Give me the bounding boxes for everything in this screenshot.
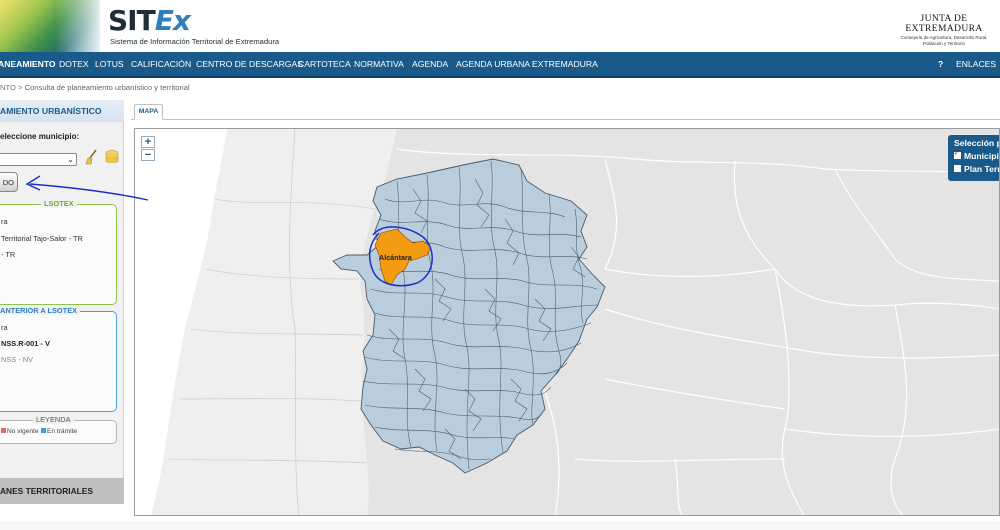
en-tramite-swatch	[41, 428, 46, 433]
breadcrumb-parent[interactable]: NTO	[0, 83, 16, 92]
junta-subtitle-1: Consejería de Agricultura, Desarrollo Ru…	[900, 35, 988, 40]
layer-selector-panel: Selección po Municipi Plan Terr	[948, 135, 1000, 181]
anterior-legend: ANTERIOR A LSOTEX	[0, 306, 81, 315]
app-window: SITEx Sistema de Información Territorial…	[0, 0, 1000, 530]
map-tabbar: MAPA	[131, 100, 1000, 120]
layer-plan-territorial[interactable]: Plan Terr	[954, 164, 1000, 174]
nav-item-normativa[interactable]: NORMATIVA	[354, 59, 404, 69]
tab-mapa[interactable]: MAPA	[134, 104, 163, 120]
chevron-down-icon: ⌄	[67, 155, 74, 164]
legend-en-tramite: En trámite	[41, 428, 77, 435]
municipio-label: eleccione municipio:	[0, 132, 80, 141]
junta-title: JUNTA DE EXTREMADURA	[905, 14, 983, 34]
broom-icon[interactable]	[84, 149, 98, 165]
lsotex-line-1: ra	[1, 217, 8, 226]
annotation-arrow-line	[29, 183, 149, 201]
planes-territoriales-header[interactable]: ANES TERRITORIALES	[0, 478, 124, 504]
sitex-logo[interactable]: SITEx	[108, 4, 191, 37]
layer-selector-title: Selección po	[954, 138, 999, 148]
zoom-in-button[interactable]: +	[141, 136, 155, 148]
lsotex-line-2[interactable]: Territorial Tajo-Salor - TR	[1, 234, 83, 243]
logo-main-text: SIT	[108, 4, 156, 37]
breadcrumb-current: Consulta de planeamiento urbanístico y t…	[24, 83, 190, 92]
plan-territorial-checkbox[interactable]	[954, 165, 961, 172]
zoom-out-button[interactable]: −	[141, 149, 155, 161]
help-link[interactable]: ?	[938, 59, 943, 69]
en-tramite-label: En trámite	[47, 428, 78, 435]
sidebar-title: AMIENTO URBANÍSTICO	[0, 100, 124, 122]
no-vigente-swatch	[1, 428, 6, 433]
leyenda-legend: LEYENDA	[33, 415, 74, 424]
logo-accent-text: Ex	[154, 4, 191, 37]
anterior-lsotex-box: ANTERIOR A LSOTEX ra NSS.R-001 - V NSS -…	[0, 306, 117, 412]
junta-logo[interactable]: JUNTA DE EXTREMADURA Consejería de Agric…	[894, 14, 994, 46]
lsotex-box: LSOTEX ra Territorial Tajo-Salor - TR - …	[0, 199, 117, 305]
nav-item-agenda[interactable]: AGENDA	[412, 59, 448, 69]
layer-municipios[interactable]: Municipi	[954, 149, 999, 161]
lsotex-line-3[interactable]: - TR	[1, 250, 15, 259]
map-viewport[interactable]: + − Alcántara Selección po Municipi Plan…	[134, 128, 1000, 516]
site-header: SITEx Sistema de Información Territorial…	[0, 0, 1000, 52]
junta-subtitle-2: Población y Territorio	[923, 41, 965, 46]
anterior-line-3[interactable]: NSS - NV	[1, 355, 33, 364]
nav-item-dotex[interactable]: DOTEX	[59, 59, 89, 69]
header-banner-image	[0, 0, 100, 52]
database-icon[interactable]	[104, 149, 120, 165]
anterior-line-1: ra	[1, 323, 8, 332]
nav-item-planeamiento[interactable]: ANEAMIENTO	[0, 59, 56, 69]
page-bottom	[0, 521, 1000, 530]
nav-item-lotus[interactable]: LOTUS	[95, 59, 124, 69]
annotation-arrow-head	[25, 175, 41, 191]
nav-item-centro-descargas[interactable]: CENTRO DE DESCARGAS	[196, 59, 303, 69]
nav-item-calificacion[interactable]: CALIFICACIÓN	[131, 59, 191, 69]
municipios-checkbox[interactable]	[954, 149, 961, 159]
nav-item-agenda-urbana[interactable]: AGENDA URBANA EXTREMADURA	[456, 59, 598, 69]
municipio-select[interactable]: ⌄	[0, 153, 77, 166]
layer-plan-label: Plan Terr	[964, 164, 1000, 174]
selected-municipio-label: Alcántara	[379, 253, 412, 262]
nav-item-cartoteca[interactable]: CARTOTECA	[298, 59, 351, 69]
breadcrumb: NTO > Consulta de planeamiento urbanísti…	[0, 80, 1000, 96]
no-vigente-label: No vigente	[7, 428, 39, 435]
map-canvas[interactable]	[135, 129, 1000, 516]
layer-municipios-label: Municipi	[964, 151, 999, 161]
nav-item-enlaces[interactable]: ENLACES	[956, 59, 996, 69]
anterior-line-2[interactable]: NSS.R-001 - V	[1, 339, 50, 348]
main-navbar: ANEAMIENTO DOTEX LOTUS CALIFICACIÓN CENT…	[0, 52, 1000, 78]
legend-no-vigente: No vigente	[1, 428, 39, 435]
breadcrumb-separator: >	[18, 83, 23, 92]
sidebar-panel: AMIENTO URBANÍSTICO eleccione municipio:…	[0, 100, 124, 504]
leyenda-box: LEYENDA No vigente En trámite	[0, 415, 117, 444]
annotation-arrow	[25, 175, 149, 201]
logo-subtitle: Sistema de Información Territorial de Ex…	[110, 37, 280, 46]
